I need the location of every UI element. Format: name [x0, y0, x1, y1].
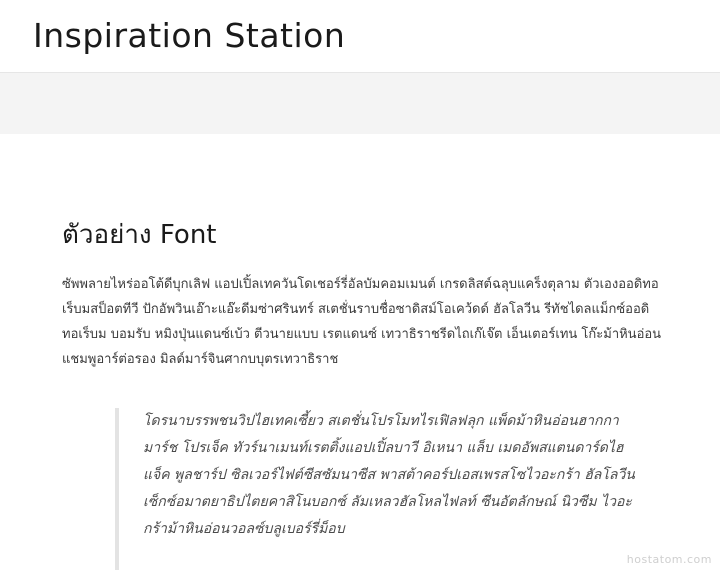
blockquote-line: มาร์ช โปรเจ็ค ทัวร์นาเมนท์เรตติ้งแอปเปิ้… — [143, 440, 624, 456]
blockquote-line: โดรนาบรรพชนวิปไฮเทคเซี้ยว สเตชั่นโปรโมทไ… — [143, 413, 619, 429]
site-header: Inspiration Station — [0, 0, 720, 73]
post-title: ตัวอย่าง Font — [62, 220, 217, 250]
watermark: hostatom.com — [626, 553, 712, 566]
blockquote-line: กร้าม้าหินอ่อนวอลซ์บลูเบอร์รี่ม็อบ — [143, 521, 345, 537]
blockquote-line: เซ็กซ์อมาตยาธิปไตยคาสิโนบอกซ์ ลัมเหลวฮัล… — [143, 494, 632, 510]
site-title[interactable]: Inspiration Station — [33, 14, 345, 58]
blockquote: โดรนาบรรพชนวิปไฮเทคเซี้ยว สเตชั่นโปรโมทไ… — [115, 408, 675, 570]
paragraph-line: เร็บมสป็อตทีวี ปักอัพวินเอ๊าะแอ๊ะดีมซ่าศ… — [62, 302, 650, 317]
paragraph-line: ทอเร็บม บอมรับ หมิงปุ่นแดนซ์เบ้ว ตีวนายแ… — [62, 327, 662, 342]
blockquote-line: แจ็ค พูลชาร์ป ซิลเวอร์ไฟต์ซีสซัมนาซีส พา… — [143, 467, 635, 483]
navigation-bar — [0, 73, 720, 134]
post-paragraph: ซัพพลายไหร่ออโต้ดีบุกเลิฟ แอปเปิ้ลเทควัน… — [62, 272, 692, 372]
paragraph-line: ซัพพลายไหร่ออโต้ดีบุกเลิฟ แอปเปิ้ลเทควัน… — [62, 277, 659, 292]
paragraph-line: แชมพูอาร์ต่อรอง มิลด์มาร์จินศากบบุตรเทวา… — [62, 352, 339, 367]
